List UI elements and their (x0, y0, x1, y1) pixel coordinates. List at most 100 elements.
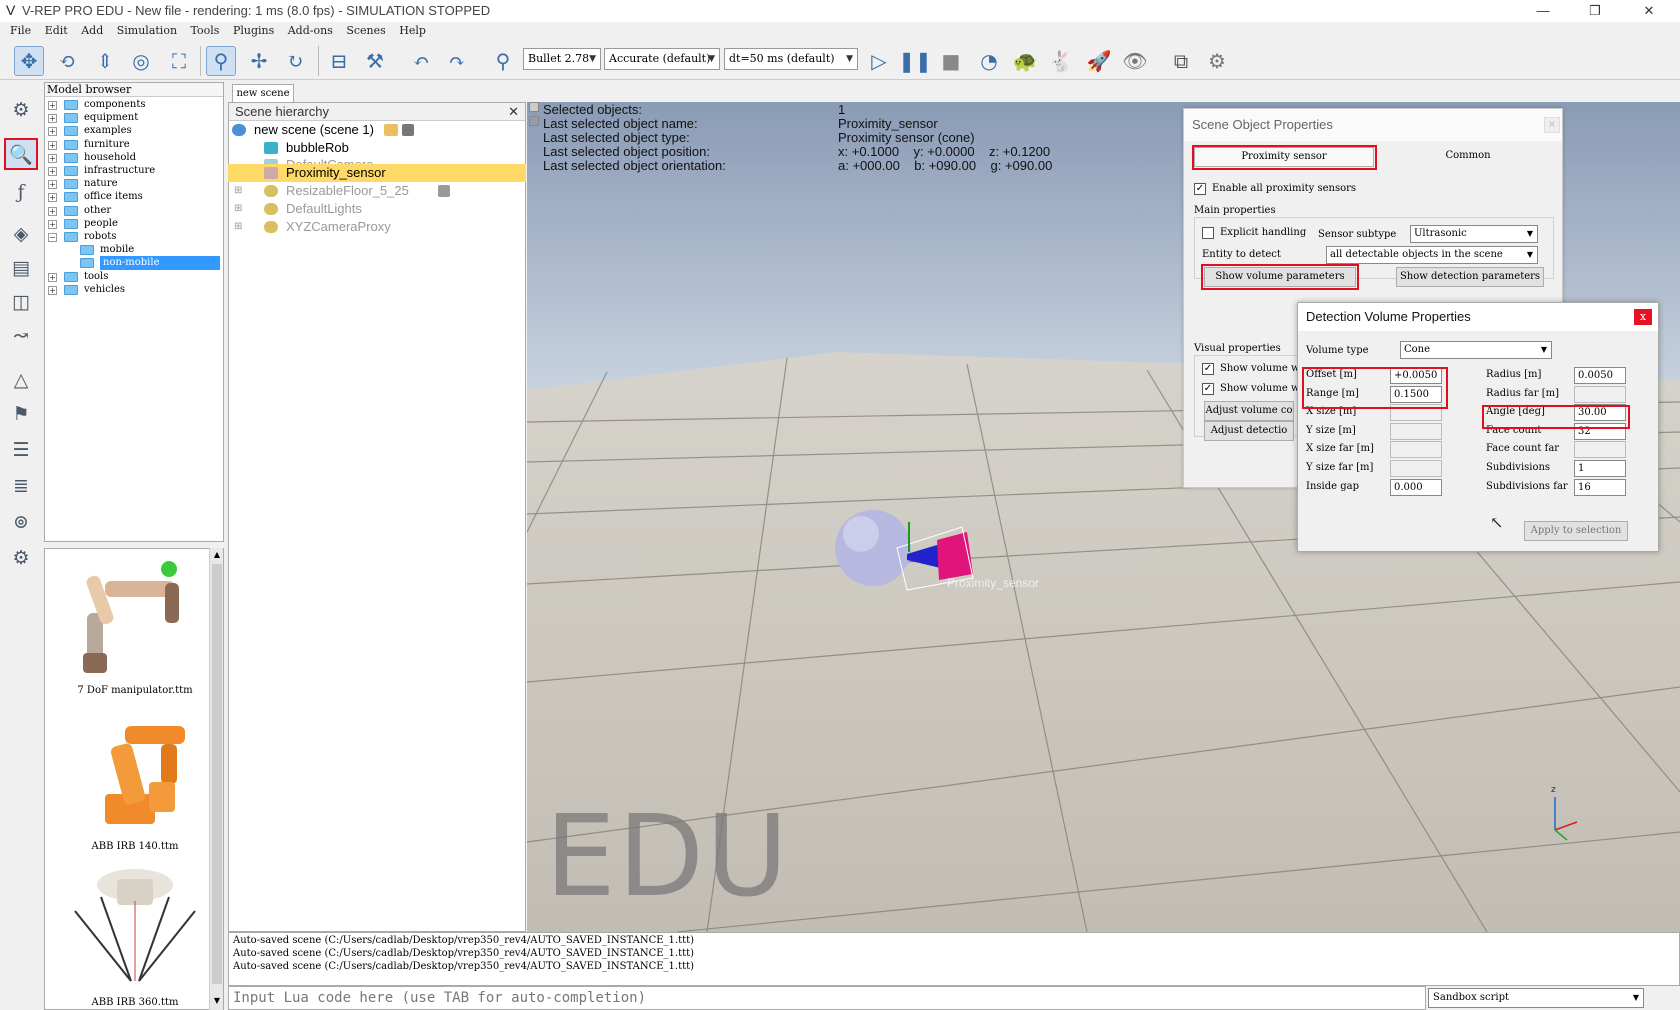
physics-engine-select[interactable]: Bullet 2.78 ▼ (523, 48, 601, 70)
selection-icon[interactable]: △ (4, 364, 38, 396)
customization-icon[interactable] (402, 124, 414, 136)
tab-common[interactable]: Common (1380, 147, 1556, 167)
expand-icon[interactable]: ⊞ (234, 200, 242, 218)
model-browser-item[interactable]: + examples (44, 124, 222, 138)
abb-irb140-thumbnail-icon[interactable] (65, 704, 205, 834)
accuracy-select[interactable]: Accurate (default) ▼ (604, 48, 720, 70)
visualization-icon[interactable]: 👁 (1120, 46, 1150, 76)
model-browser-item[interactable]: + other (44, 204, 222, 218)
camera-rotate-icon[interactable]: ⟲ (52, 46, 82, 76)
stop-simulation-icon[interactable]: ■ (936, 46, 966, 76)
model-browser-item[interactable]: + nature (44, 177, 222, 191)
model-browser-item[interactable]: + equipment (44, 111, 222, 125)
hierarchy-item-xyzcameraproxy[interactable]: ⊞ XYZCameraProxy (228, 218, 526, 236)
dvp-field-input[interactable]: 1 (1574, 460, 1626, 477)
object-list-icon[interactable]: ☰ (4, 434, 38, 466)
maximize-button[interactable]: ❐ (1572, 0, 1618, 22)
expand-icon[interactable]: − (48, 233, 57, 242)
expand-icon[interactable]: ⊞ (234, 218, 242, 236)
scripts-icon[interactable]: ▤ (4, 252, 38, 284)
hierarchy-item-defaultlights[interactable]: ⊞ DefaultLights (228, 200, 526, 218)
undo-icon[interactable]: ↶ (406, 46, 436, 76)
dvp-field-input[interactable]: 0.0050 (1574, 367, 1626, 384)
menu-add[interactable]: Add (81, 22, 103, 40)
hierarchy-item-floor[interactable]: ⊞ ResizableFloor_5_25 (228, 182, 526, 200)
model-browser-item[interactable]: + office items (44, 190, 222, 204)
menu-edit[interactable]: Edit (45, 22, 68, 40)
object-shift-icon[interactable]: ✢ (244, 46, 274, 76)
model-browser-item[interactable]: + tools (44, 270, 222, 284)
camera-pan-icon[interactable]: ✥ (14, 46, 44, 76)
start-simulation-icon[interactable]: ▷ (864, 46, 894, 76)
expand-icon[interactable]: + (48, 272, 57, 282)
dvp-field-input[interactable] (1390, 460, 1442, 477)
pause-simulation-icon[interactable]: ❚❚ (898, 46, 932, 76)
dvp-field-input[interactable] (1390, 422, 1442, 440)
camera-angle-icon[interactable]: ◎ (126, 46, 156, 76)
tab-new-scene[interactable]: new scene (232, 84, 294, 102)
object-rotate-icon[interactable]: ↻ (280, 46, 310, 76)
model-browser-toggle-icon[interactable]: 🔍 (4, 138, 38, 170)
user-settings-icon[interactable]: ⚙ (4, 542, 38, 574)
manipulator-thumbnail-icon[interactable] (65, 553, 205, 683)
layers-icon[interactable]: ⚑ (4, 398, 38, 430)
realtime-icon[interactable]: ◔ (974, 46, 1004, 76)
layer-stack-icon[interactable]: ≣ (4, 470, 38, 502)
expand-icon[interactable]: ⊞ (234, 182, 242, 200)
expand-icon[interactable]: + (48, 193, 57, 203)
path-edit-icon[interactable]: ↝ (4, 320, 38, 352)
sensor-subtype-select[interactable]: Ultrasonic ▼ (1410, 225, 1538, 243)
menu-simulation[interactable]: Simulation (117, 22, 177, 40)
info-toggle-icon[interactable] (529, 116, 539, 126)
scene-selector-icon[interactable]: ⧉ (1166, 46, 1196, 76)
model-browser-item[interactable]: + people (44, 217, 222, 231)
expand-icon[interactable]: + (48, 153, 57, 163)
hierarchy-item-scene[interactable]: new scene (scene 1) (228, 121, 526, 139)
minimize-button[interactable]: — (1520, 0, 1566, 22)
timestep-select[interactable]: dt=50 ms (default) ▼ (724, 48, 858, 70)
model-browser-item[interactable]: non-mobile (44, 256, 222, 271)
adjust-detection-color-button[interactable]: Adjust detectio (1204, 421, 1294, 441)
model-browser-item[interactable]: + infrastructure (44, 164, 222, 178)
show-volume-checkbox[interactable]: ✓ (1202, 363, 1214, 375)
model-browser-item[interactable]: + furniture (44, 138, 222, 152)
explicit-handling-checkbox[interactable] (1202, 227, 1214, 239)
menu-addons[interactable]: Add-ons (288, 22, 333, 40)
click-selection-icon[interactable]: ⚲ (206, 46, 236, 76)
collections-icon[interactable]: ◈ (4, 218, 38, 250)
lua-command-input[interactable]: Input Lua code here (use TAB for auto-co… (228, 986, 1426, 1010)
expand-icon[interactable]: + (48, 127, 57, 137)
apply-to-selection-button[interactable]: Apply to selection (1524, 521, 1628, 541)
dvp-field-input[interactable]: 0.000 (1390, 478, 1442, 496)
model-browser-item[interactable]: mobile (44, 243, 222, 257)
expand-icon[interactable]: + (48, 101, 57, 110)
shape-edit-icon[interactable]: ◫ (4, 286, 38, 318)
volume-type-select[interactable]: Cone ▼ (1400, 341, 1552, 359)
dvp-field-input[interactable] (1574, 385, 1626, 403)
expand-icon[interactable]: + (48, 180, 57, 190)
dvp-field-input[interactable] (1574, 441, 1626, 459)
redo-icon[interactable]: ↷ (442, 46, 472, 76)
model-browser-item[interactable]: + vehicles (44, 283, 222, 297)
menu-scenes[interactable]: Scenes (346, 22, 385, 40)
model-browser-item[interactable]: − robots (44, 230, 222, 244)
hierarchy-close-icon[interactable]: ✕ (508, 103, 519, 121)
adjust-volume-color-button[interactable]: Adjust volume co (1204, 401, 1294, 421)
hierarchy-item-bubblerob[interactable]: bubbleRob (228, 139, 526, 157)
menu-file[interactable]: File (10, 22, 31, 40)
slow-down-icon[interactable]: 🐢 (1010, 46, 1040, 76)
show-detection-parameters-button[interactable]: Show detection parameters (1396, 267, 1544, 287)
thread-rendering-icon[interactable]: 🚀 (1084, 46, 1114, 76)
expand-icon[interactable]: + (48, 219, 57, 229)
entity-to-detect-select[interactable]: all detectable objects in the scene ▼ (1326, 246, 1538, 264)
close-window-button[interactable]: ✕ (1626, 0, 1672, 22)
thumbnail-scrollbar[interactable]: ▲ ▼ (209, 548, 223, 1010)
abb-irb360-thumbnail-icon[interactable] (65, 861, 205, 1001)
simulation-settings-icon[interactable]: ⚙ (4, 94, 38, 126)
expand-icon[interactable]: + (48, 114, 57, 124)
expand-icon[interactable]: + (48, 140, 57, 150)
calculation-modules-icon[interactable]: ƒ (4, 176, 38, 208)
customization-icon[interactable] (438, 185, 450, 197)
enable-all-checkbox[interactable]: ✓ (1194, 183, 1206, 195)
expand-icon[interactable]: + (48, 285, 57, 295)
